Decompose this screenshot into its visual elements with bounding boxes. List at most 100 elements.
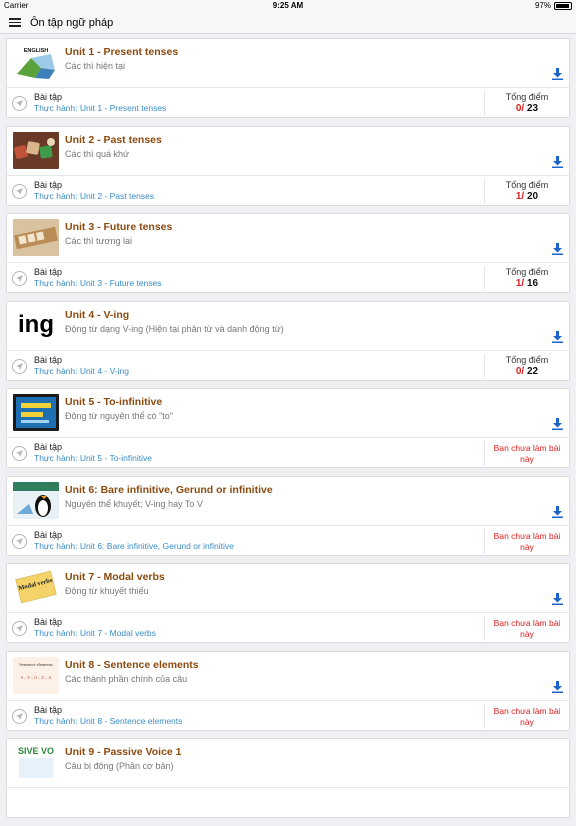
unit-card[interactable]: Unit 6: Bare infinitive, Gerund or infin… bbox=[6, 475, 570, 556]
unit-subtitle: Động từ nguyên thể có "to" bbox=[65, 411, 173, 421]
page-title: Ôn tập ngữ pháp bbox=[30, 16, 114, 29]
clock: 9:25 AM bbox=[272, 1, 304, 10]
unit-card[interactable]: ENGLISH Unit 1 - Present tenses Các thì … bbox=[6, 38, 570, 118]
unit-card[interactable]: Modal verbs Unit 7 - Modal verbs Động từ… bbox=[6, 563, 570, 643]
exercise-label: Bài tập bbox=[34, 529, 63, 540]
unit-subtitle: Động từ khuyết thiếu bbox=[65, 586, 149, 596]
unit-subtitle: Các thì hiện tại bbox=[65, 61, 126, 71]
total-score-label: Tổng điểm bbox=[505, 92, 549, 102]
exercise-label: Bài tập bbox=[34, 442, 63, 452]
practice-link[interactable]: Thực hành: Unit 3 - Future tenses bbox=[34, 278, 162, 288]
navigation-icon[interactable] bbox=[12, 358, 27, 374]
exercise-label: Bài tập bbox=[34, 267, 63, 277]
navigation-icon[interactable] bbox=[12, 271, 27, 286]
unit-title[interactable]: Unit 2 - Past tenses bbox=[65, 134, 162, 146]
unit-title[interactable]: Unit 1 - Present tenses bbox=[65, 46, 178, 58]
unit-title[interactable]: Unit 9 - Passive Voice 1 bbox=[65, 746, 182, 758]
download-icon[interactable] bbox=[552, 593, 563, 605]
exercise-label: Bài tập bbox=[34, 354, 63, 365]
unit-thumbnail bbox=[13, 481, 59, 519]
unit-card[interactable]: Unit 2 - Past tenses Các thì quá khứ Bài… bbox=[6, 125, 570, 206]
thumb-text-2: S – V – O – C – A bbox=[21, 675, 52, 680]
practice-link[interactable]: Thực hành: Unit 2 - Past tenses bbox=[34, 191, 154, 201]
unit-card[interactable]: Unit 3 - Future tenses Các thì tương lai… bbox=[6, 213, 570, 293]
unit-card[interactable]: Unit 5 - To-infinitive Động từ nguyên th… bbox=[6, 388, 570, 468]
unit-subtitle: Các thì quá khứ bbox=[65, 148, 130, 159]
score-value: 1/ bbox=[515, 190, 525, 202]
thumb-text: Sentence elements bbox=[19, 662, 53, 667]
unit-thumbnail bbox=[13, 219, 59, 256]
exercise-label: Bài tập bbox=[34, 704, 63, 715]
status-bar: Carrier 9:25 AM 97% bbox=[0, 0, 576, 12]
download-icon[interactable] bbox=[552, 68, 563, 80]
unit-card[interactable]: Sentence elements S – V – O – C – A Unit… bbox=[6, 650, 570, 731]
unit-thumbnail: Sentence elements S – V – O – C – A bbox=[13, 656, 59, 694]
unit-card[interactable]: ing Unit 4 - V-ing Động từ dạng V-ing (H… bbox=[6, 300, 570, 381]
exercise-label: Bài tập bbox=[34, 617, 63, 627]
battery-percent: 97% bbox=[534, 1, 551, 10]
download-icon[interactable] bbox=[552, 330, 563, 343]
not-done-status: Bạn chưa làm bài này bbox=[493, 705, 561, 727]
unit-thumbnail bbox=[13, 131, 59, 169]
score-value: 0/ bbox=[515, 103, 525, 114]
unit-subtitle: Các thì tương lai bbox=[65, 236, 132, 246]
navigation-icon[interactable] bbox=[12, 183, 27, 199]
practice-link[interactable]: Thực hành: Unit 7 - Modal verbs bbox=[34, 628, 156, 638]
score-total: 16 bbox=[524, 278, 539, 289]
score-value: 1/ bbox=[515, 278, 525, 289]
unit-list[interactable]: ENGLISH Unit 1 - Present tenses Các thì … bbox=[6, 38, 570, 826]
score-value: 0/ bbox=[515, 365, 525, 377]
exercise-label: Bài tập bbox=[34, 92, 63, 102]
unit-thumbnail: SIVE VO bbox=[13, 744, 59, 781]
thumb-text: ing bbox=[18, 311, 54, 338]
download-icon[interactable] bbox=[552, 243, 563, 255]
unit-thumbnail: Modal verbs bbox=[13, 569, 59, 606]
practice-link[interactable]: Thực hành: Unit 1 - Present tenses bbox=[34, 103, 166, 113]
score-total: 22 bbox=[524, 365, 539, 377]
unit-title[interactable]: Unit 6: Bare infinitive, Gerund or infin… bbox=[65, 484, 273, 496]
unit-subtitle: Nguyên thể khuyết; V-ing hay To V bbox=[65, 498, 203, 509]
total-score: Tổng điểm 0/ 23 bbox=[485, 92, 569, 114]
battery-icon bbox=[554, 1, 572, 10]
practice-link[interactable]: Thực hành: Unit 8 - Sentence elements bbox=[34, 716, 182, 726]
practice-link[interactable]: Thực hành: Unit 4 - V-ing bbox=[34, 366, 129, 376]
total-score: Tổng điểm 1/ 16 bbox=[485, 267, 569, 289]
not-done-status: Bạn chưa làm bài này bbox=[493, 443, 561, 464]
score-total: 20 bbox=[524, 190, 539, 202]
download-icon[interactable] bbox=[552, 418, 563, 430]
total-score: Tổng điểm 1/ 20 bbox=[485, 180, 569, 202]
download-icon[interactable] bbox=[552, 680, 563, 693]
thumb-text: ENGLISH bbox=[24, 48, 48, 54]
unit-thumbnail: ENGLISH bbox=[13, 44, 59, 81]
navigation-icon[interactable] bbox=[12, 446, 27, 461]
unit-thumbnail bbox=[13, 394, 59, 431]
unit-title[interactable]: Unit 8 - Sentence elements bbox=[65, 659, 199, 671]
unit-subtitle: Các thành phần chính của câu bbox=[65, 673, 188, 684]
menu-icon[interactable] bbox=[9, 18, 21, 27]
download-icon[interactable] bbox=[552, 505, 563, 518]
unit-title[interactable]: Unit 5 - To-infinitive bbox=[65, 396, 162, 408]
unit-subtitle: Động từ dạng V-ing (Hiện tại phân từ và … bbox=[65, 323, 284, 334]
practice-link[interactable]: Thực hành: Unit 6: Bare infinitive, Geru… bbox=[34, 541, 234, 551]
exercise-label: Bài tập bbox=[34, 179, 63, 190]
nav-bar: Ôn tập ngữ pháp bbox=[0, 12, 576, 34]
download-icon[interactable] bbox=[552, 155, 563, 168]
total-score-label: Tổng điểm bbox=[505, 354, 549, 365]
navigation-icon[interactable] bbox=[12, 708, 27, 724]
practice-link[interactable]: Thực hành: Unit 5 - To-infinitive bbox=[34, 453, 152, 463]
total-score-label: Tổng điểm bbox=[505, 179, 549, 190]
unit-title[interactable]: Unit 7 - Modal verbs bbox=[65, 571, 165, 583]
navigation-icon[interactable] bbox=[12, 96, 27, 111]
unit-thumbnail: ing bbox=[13, 306, 59, 344]
battery-indicator: 97% bbox=[535, 1, 572, 10]
not-done-status: Bạn chưa làm bài này bbox=[493, 618, 561, 639]
unit-card[interactable]: SIVE VO Unit 9 - Passive Voice 1 Câu bị … bbox=[6, 738, 570, 818]
total-score: Tổng điểm 0/ 22 bbox=[485, 355, 569, 377]
score-total: 23 bbox=[524, 103, 539, 114]
unit-title[interactable]: Unit 4 - V-ing bbox=[65, 309, 129, 321]
unit-subtitle: Câu bị động (Phần cơ bản) bbox=[65, 761, 174, 771]
total-score-label: Tổng điểm bbox=[505, 267, 549, 277]
unit-title[interactable]: Unit 3 - Future tenses bbox=[65, 221, 172, 233]
navigation-icon[interactable] bbox=[12, 621, 27, 636]
navigation-icon[interactable] bbox=[12, 533, 27, 549]
